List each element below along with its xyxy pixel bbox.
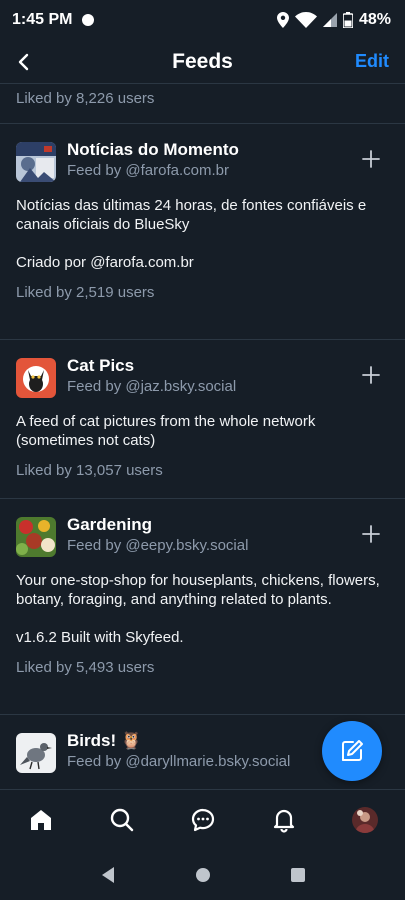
feed-liked-count[interactable]: Liked by 5,493 users <box>16 659 389 676</box>
feed-avatar-cat-pics <box>16 358 56 398</box>
status-bar: 1:45 PM 48% <box>0 0 405 40</box>
feed-author[interactable]: Feed by @eepy.bsky.social <box>67 536 248 556</box>
home-icon <box>30 809 51 830</box>
feed-list: Liked by 8,226 users Notícias do Momento… <box>0 84 405 789</box>
header: Feeds Edit <box>0 40 405 84</box>
bottom-nav <box>0 789 405 849</box>
notification-dot-icon <box>82 14 95 26</box>
previous-feed-liked-count: Liked by 8,226 users <box>16 90 155 107</box>
feed-item[interactable]: Notícias do Momento Feed by @farofa.com.… <box>0 123 405 301</box>
nav-profile[interactable] <box>345 800 385 840</box>
nav-search[interactable] <box>102 800 142 840</box>
feed-author[interactable]: Feed by @jaz.bsky.social <box>67 377 236 397</box>
feed-item[interactable]: Cat Pics Feed by @jaz.bsky.social A feed… <box>0 339 405 479</box>
feed-name: Gardening <box>67 515 153 534</box>
bell-icon <box>273 809 294 833</box>
feed-name: Birds! 🦉 <box>67 731 143 750</box>
back-arrow-icon[interactable] <box>12 50 36 74</box>
system-back-icon[interactable] <box>100 866 116 884</box>
feed-avatar-birds <box>16 733 56 773</box>
feed-author[interactable]: Feed by @daryllmarie.bsky.social <box>67 752 290 772</box>
nav-chat[interactable] <box>183 800 223 840</box>
battery-percent: 48% <box>358 11 391 28</box>
location-icon <box>276 12 289 28</box>
add-feed-plus-icon[interactable] <box>361 365 381 385</box>
battery-icon <box>342 12 353 28</box>
feed-liked-count[interactable]: Liked by 2,519 users <box>16 284 389 301</box>
signal-icon <box>322 13 337 27</box>
feed-liked-count[interactable]: Liked by 13,057 users <box>16 462 389 479</box>
feed-name: Cat Pics <box>67 356 135 375</box>
feed-item[interactable]: Gardening Feed by @eepy.bsky.social Your… <box>0 498 405 676</box>
nav-home[interactable] <box>21 800 61 840</box>
page-title: Feeds <box>172 49 233 73</box>
edit-button[interactable]: Edit <box>355 51 389 72</box>
add-feed-plus-icon[interactable] <box>361 149 381 169</box>
wifi-icon <box>294 12 317 28</box>
add-feed-plus-icon[interactable] <box>361 524 381 544</box>
feed-avatar-noticias <box>16 142 56 182</box>
chat-bubble-icon <box>191 808 214 831</box>
profile-avatar <box>351 806 378 833</box>
feed-description: A feed of cat pictures from the whole ne… <box>16 413 316 449</box>
feed-author[interactable]: Feed by @farofa.com.br <box>67 161 239 181</box>
system-nav-bar <box>0 849 405 900</box>
status-time: 1:45 PM <box>12 11 73 28</box>
feed-description: Your one-stop-shop for houseplants, chic… <box>16 572 380 646</box>
system-home-icon[interactable] <box>195 867 211 883</box>
feed-avatar-gardening <box>16 517 56 557</box>
feed-name: Notícias do Momento <box>67 140 239 159</box>
compose-post-button[interactable] <box>322 721 382 781</box>
nav-notifications[interactable] <box>264 800 304 840</box>
system-recents-icon[interactable] <box>290 867 306 883</box>
search-icon <box>110 808 133 831</box>
feed-description: Notícias das últimas 24 horas, de fontes… <box>16 197 367 271</box>
compose-pencil-icon <box>342 740 363 761</box>
